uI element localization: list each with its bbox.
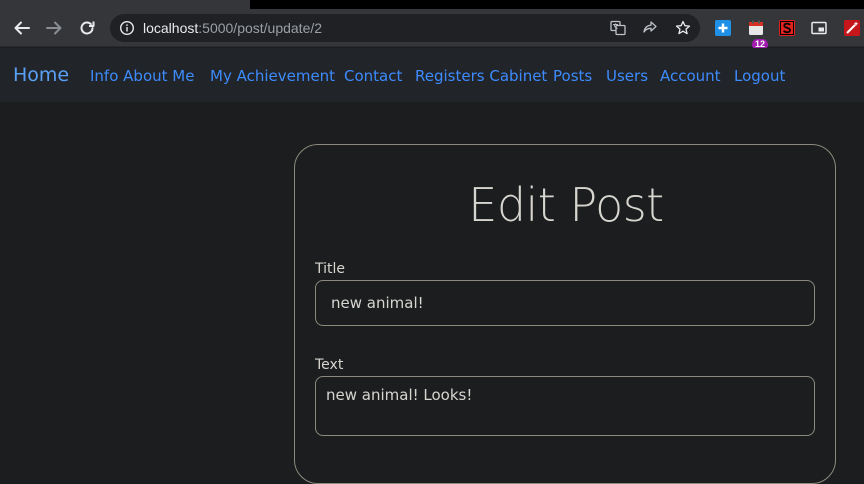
- browser-toolbar: localhost:5000/post/update/2 12: [0, 9, 864, 50]
- page-title: Edit Post: [468, 178, 664, 232]
- navbar-brand-home[interactable]: Home: [13, 64, 69, 86]
- extension-wand-icon[interactable]: [844, 20, 860, 36]
- address-bar[interactable]: localhost:5000/post/update/2: [110, 14, 700, 42]
- forward-arrow-icon[interactable]: [44, 18, 64, 38]
- nav-link-contact[interactable]: Contact: [344, 67, 402, 85]
- bookmark-star-icon[interactable]: [675, 20, 691, 36]
- window-top-strip: [0, 0, 864, 9]
- title-label: Title: [315, 261, 346, 277]
- back-arrow-icon[interactable]: [12, 18, 32, 38]
- nav-link-info-about-me[interactable]: Info About Me: [90, 67, 194, 85]
- extension-s-icon[interactable]: [779, 20, 795, 36]
- url-host: localhost: [143, 20, 199, 36]
- tab-strip-background: [250, 0, 864, 9]
- url-text[interactable]: localhost:5000/post/update/2: [143, 20, 322, 36]
- nav-link-account[interactable]: Account: [660, 67, 721, 85]
- translate-icon[interactable]: [610, 20, 626, 36]
- nav-link-registers-cabinet[interactable]: Registers Cabinet: [415, 67, 547, 85]
- text-textarea[interactable]: new animal! Looks!: [315, 376, 815, 436]
- title-input[interactable]: [315, 280, 815, 326]
- url-path: :5000/post/update/2: [198, 20, 323, 36]
- share-icon[interactable]: [642, 20, 658, 36]
- reload-icon[interactable]: [77, 18, 97, 38]
- site-navbar: Home Info About Me My Achievement Contac…: [0, 48, 864, 102]
- site-info-icon[interactable]: [119, 20, 135, 40]
- nav-link-posts[interactable]: Posts: [553, 67, 592, 85]
- extension-calendar-icon[interactable]: [748, 20, 764, 36]
- edit-post-card: Edit Post Title Text new animal! Looks!: [294, 144, 836, 484]
- extension-plus-icon[interactable]: [715, 20, 731, 36]
- picture-in-picture-icon[interactable]: [811, 20, 827, 36]
- nav-link-users[interactable]: Users: [606, 67, 648, 85]
- text-label: Text: [315, 357, 344, 373]
- active-tab-edge: [0, 0, 250, 9]
- nav-link-logout[interactable]: Logout: [734, 67, 785, 85]
- nav-link-my-achievement[interactable]: My Achievement: [210, 67, 335, 85]
